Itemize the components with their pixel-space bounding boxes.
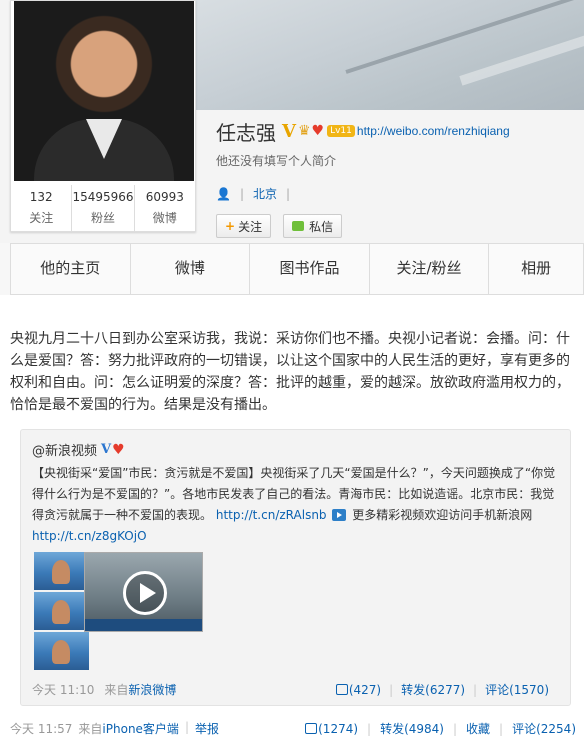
post-source-link[interactable]: iPhone客户端 [102, 720, 179, 737]
video-thumbnail[interactable] [34, 592, 89, 630]
video-preview[interactable] [84, 552, 203, 632]
profile-tabs: 他的主页 微博 图书作品 关注/粉丝 相册 [10, 243, 584, 295]
stat-following[interactable]: 132 关注 [11, 185, 73, 231]
profile-header: 132 关注 15495966 粉丝 60993 微博 任志强 V ♛ ♥ Lv… [0, 0, 584, 243]
avatar[interactable] [14, 1, 194, 181]
person-icon: 👤 [216, 186, 231, 201]
post-text: 央视九月二十八日到办公室采访我，我说：采访你们也不播。央视小记者说：会播。问：什… [10, 331, 570, 413]
stat-followers-count: 15495966 [72, 190, 134, 204]
post-like-count[interactable]: (1274) [318, 722, 358, 736]
cover-image [196, 0, 584, 110]
stat-following-count: 132 [29, 190, 53, 204]
repost-source-prefix: 来自 [104, 683, 129, 697]
repost-mobile-link[interactable]: http://t.cn/z8gKOjO [32, 529, 147, 543]
heart-icon[interactable]: ♥ [112, 442, 125, 458]
verified-v-icon[interactable]: V [101, 442, 111, 457]
video-thumbnail[interactable] [34, 632, 89, 670]
verified-v-icon[interactable]: V [282, 121, 296, 142]
level-badge[interactable]: Lv11 [327, 125, 355, 137]
like-icon[interactable] [305, 723, 318, 734]
tab-album[interactable]: 相册 [489, 244, 583, 294]
stat-followers[interactable]: 15495966 粉丝 [72, 185, 135, 231]
follow-button[interactable]: + 关注 [216, 214, 272, 238]
profile-bio: 他还没有填写个人简介 [216, 154, 337, 168]
stat-following-label: 关注 [29, 211, 54, 225]
video-thumbnail[interactable] [34, 552, 89, 590]
profile-url-link[interactable]: http://weibo.com/renzhiqiang [357, 124, 510, 138]
message-button-label: 私信 [309, 219, 334, 234]
repost-video-link[interactable]: http://t.cn/zRAlsnb [216, 508, 327, 522]
tab-home[interactable]: 他的主页 [11, 244, 131, 294]
stat-posts[interactable]: 60993 微博 [135, 185, 195, 231]
repost-text: 【央视街采“爱国”市民：贪污就是不爱国】央视街采了几天“爱国是什么？”，今天问题… [32, 463, 562, 547]
stat-posts-label: 微博 [152, 211, 177, 225]
stat-followers-label: 粉丝 [91, 211, 116, 225]
weibo-post: 央视九月二十八日到办公室采访我，我说：采访你们也不播。央视小记者说：会播。问：什… [0, 295, 584, 753]
repost-like-count[interactable]: (427) [349, 683, 381, 697]
follow-button-label: 关注 [238, 219, 263, 234]
post-forward-button[interactable]: 转发(4984) [380, 722, 444, 736]
video-play-icon[interactable] [332, 509, 347, 521]
tab-follow-fans[interactable]: 关注/粉丝 [370, 244, 490, 294]
profile-stats: 132 关注 15495966 粉丝 60993 微博 [11, 185, 195, 231]
tab-weibo[interactable]: 微博 [131, 244, 251, 294]
avatar-card: 132 关注 15495966 粉丝 60993 微博 [10, 0, 196, 232]
post-favorite-button[interactable]: 收藏 [466, 722, 490, 736]
repost-comment-button[interactable]: 评论(1570) [485, 683, 549, 697]
repost-time[interactable]: 今天 11:10 [32, 681, 94, 698]
profile-name: 任志强 [216, 120, 276, 145]
location-link[interactable]: 北京 [253, 185, 277, 202]
profile-info: 任志强 V ♛ ♥ Lv11 http://weibo.com/renzhiqi… [216, 118, 510, 238]
post-footer: 今天 11:57 来自 iPhone客户端 | 举报 (1274) | 转发(498… [10, 720, 576, 737]
plus-icon: + [225, 219, 236, 233]
repost-more-text: 更多精彩视频欢迎访问手机新浪网 [352, 508, 533, 522]
post-comment-button[interactable]: 评论(2254) [512, 722, 576, 736]
repost-author-link[interactable]: @新浪视频 [32, 440, 97, 459]
message-icon [292, 221, 305, 231]
report-link[interactable]: 举报 [195, 720, 219, 737]
like-icon[interactable] [335, 684, 348, 695]
post-source-prefix: 来自 [78, 722, 103, 736]
repost-footer: 今天 11:10 来自 新浪微博 (427) | 转发(6277) | 评论(1570) [32, 681, 549, 698]
crown-icon[interactable]: ♛ [298, 123, 311, 139]
repost-source-link[interactable]: 新浪微博 [128, 681, 176, 698]
tab-books[interactable]: 图书作品 [250, 244, 370, 294]
post-time[interactable]: 今天 11:57 [10, 720, 72, 737]
repost-forward-button[interactable]: 转发(6277) [401, 683, 465, 697]
stat-posts-count: 60993 [145, 190, 184, 204]
message-button[interactable]: 私信 [283, 214, 343, 238]
play-icon[interactable] [123, 571, 167, 615]
heart-icon[interactable]: ♥ [312, 123, 325, 139]
